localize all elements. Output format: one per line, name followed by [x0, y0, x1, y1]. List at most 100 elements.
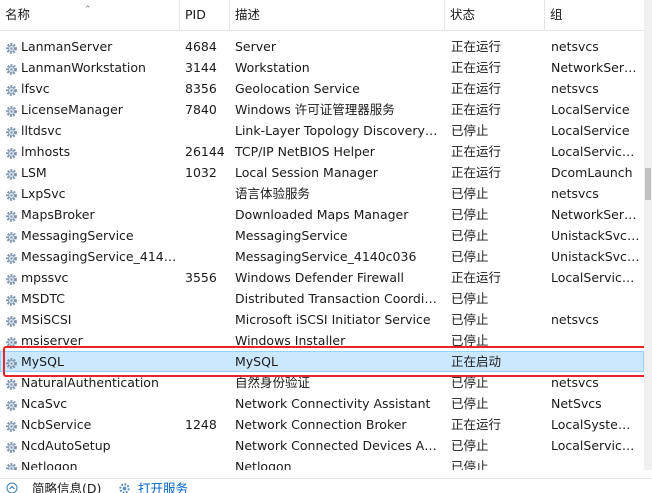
vertical-scrollbar[interactable] [644, 0, 652, 470]
service-name-label: msiserver [21, 333, 83, 348]
service-row[interactable]: NcbService 1248 Network Connection Broker 正… [0, 414, 644, 435]
service-row[interactable]: mpssvc 3556 Windows Defender Firewall 正在运行 L… [0, 267, 644, 288]
service-row[interactable]: MSiSCSI Microsoft iSCSI Initiator Service… [0, 309, 644, 330]
service-pid [185, 351, 229, 372]
service-row[interactable]: LxpSvc 语言体验服务 已停止 netsvcs [0, 183, 644, 204]
service-pid [185, 309, 229, 330]
scrollbar-thumb[interactable] [645, 168, 651, 200]
service-pid: 3556 [185, 270, 217, 285]
service-name-label: NcbService [21, 417, 92, 432]
service-description: MessagingService [235, 228, 348, 243]
service-gear-icon [5, 292, 18, 306]
service-group: netsvcs [551, 312, 599, 327]
service-description: Distributed Transaction Coordina... [235, 291, 440, 306]
column-name-label: 名称 [5, 7, 31, 22]
service-group: UnistackSvcG... [551, 228, 641, 243]
service-row[interactable]: LanmanWorkstation 3144 Workstation 正在运行 Netw… [0, 57, 644, 78]
column-header-group[interactable]: 组 [545, 0, 644, 30]
services-table: 名称 ⌃ PID 描述 状态 组 LanmanServer 4684 Server 正… [0, 0, 644, 470]
service-row[interactable]: msiserver Windows Installer 已停止 [0, 330, 644, 351]
service-description: Microsoft iSCSI Initiator Service [235, 312, 431, 327]
service-group: NetworkServ... [551, 60, 641, 75]
service-row[interactable]: lltdsvc Link-Layer Topology Discovery ...… [0, 120, 644, 141]
service-pid [185, 456, 229, 470]
service-row[interactable]: MessagingService_4140c... MessagingServic… [0, 246, 644, 267]
service-row[interactable]: NcaSvc Network Connectivity Assistant 已停止 N… [0, 393, 644, 414]
service-name-label: NcaSvc [21, 396, 68, 411]
service-name-label: LanmanWorkstation [21, 60, 146, 75]
service-description: Server [235, 39, 276, 54]
service-gear-icon [5, 439, 18, 453]
service-row[interactable]: MapsBroker Downloaded Maps Manager 已停止 Netw… [0, 204, 644, 225]
service-gear-icon [5, 229, 18, 243]
service-gear-icon [5, 355, 18, 369]
service-gear-icon [5, 145, 18, 159]
service-description: Network Connectivity Assistant [235, 396, 431, 411]
service-gear-icon [5, 208, 18, 222]
service-status: 正在运行 [451, 144, 502, 159]
service-pid [185, 393, 229, 414]
service-row[interactable]: NaturalAuthentication 自然身份验证 已停止 netsvcs [0, 372, 644, 393]
service-status: 已停止 [451, 438, 489, 453]
service-status: 已停止 [451, 186, 489, 201]
service-description: Link-Layer Topology Discovery ... [235, 123, 440, 138]
service-name-label: NaturalAuthentication [21, 375, 159, 390]
service-status: 已停止 [451, 333, 489, 348]
service-status: 已停止 [451, 228, 489, 243]
service-description: MySQL [235, 354, 278, 369]
service-gear-icon [5, 82, 18, 96]
service-row[interactable]: Netlogon Netlogon 已停止 [0, 456, 644, 470]
column-header-description[interactable]: 描述 [230, 0, 445, 30]
column-pid-label: PID [185, 7, 206, 22]
service-row[interactable]: MySQL MySQL 正在启动 [0, 351, 644, 372]
service-pid: 8356 [185, 81, 217, 96]
service-row[interactable]: LicenseManager 7840 Windows 许可证管理器服务 正在运行 Lo… [0, 99, 644, 120]
service-name: NaturalAuthentication [5, 372, 178, 393]
service-group: LocalService [551, 102, 630, 117]
sort-ascending-icon: ⌃ [84, 5, 92, 15]
service-group [551, 456, 641, 470]
service-name: Netlogon [5, 456, 178, 470]
service-description: Geolocation Service [235, 81, 360, 96]
service-group: LocalService... [551, 144, 641, 159]
service-row[interactable]: MSDTC Distributed Transaction Coordina...… [0, 288, 644, 309]
service-group: netsvcs [551, 81, 599, 96]
service-row[interactable]: NcdAutoSetup Network Connected Devices Au… [0, 435, 644, 456]
service-name: LxpSvc [5, 183, 178, 204]
service-status: 正在运行 [451, 60, 502, 75]
service-pid: 3144 [185, 60, 217, 75]
service-description: 语言体验服务 [235, 186, 311, 201]
service-name: lltdsvc [5, 120, 178, 141]
service-name: NcaSvc [5, 393, 178, 414]
service-name: NcbService [5, 414, 178, 435]
service-row[interactable]: lfsvc 8356 Geolocation Service 正在运行 netsvcs [0, 78, 644, 99]
service-name: lfsvc [5, 78, 178, 99]
service-pid: 26144 [185, 144, 225, 159]
service-status: 正在运行 [451, 102, 502, 117]
column-header-status[interactable]: 状态 [445, 0, 545, 30]
service-name-label: mpssvc [21, 270, 69, 285]
service-name-label: NcdAutoSetup [21, 438, 111, 453]
service-row[interactable]: LSM 1032 Local Session Manager 正在运行 DcomLaun… [0, 162, 644, 183]
service-row[interactable]: LanmanServer 4684 Server 正在运行 netsvcs [0, 36, 644, 57]
column-header-name[interactable]: 名称 ⌃ [0, 0, 180, 30]
service-gear-icon [5, 334, 18, 348]
service-name: mpssvc [5, 267, 178, 288]
service-gear-icon [5, 397, 18, 411]
service-description: Network Connected Devices Aut... [235, 438, 440, 453]
service-row[interactable]: MessagingService MessagingService 已停止 Unist… [0, 225, 644, 246]
service-pid [185, 435, 229, 456]
service-name: MessagingService [5, 225, 178, 246]
service-status: 已停止 [451, 375, 489, 390]
fewer-details-link[interactable]: 简略信息(D) [32, 482, 101, 493]
service-name-label: MessagingService_4140c... [21, 249, 178, 264]
service-name-label: LxpSvc [21, 186, 66, 201]
collapse-icon[interactable] [6, 482, 18, 493]
open-services-link[interactable]: 打开服务 [138, 482, 188, 493]
service-status: 正在运行 [451, 39, 502, 54]
service-group: NetSvcs [551, 396, 602, 411]
service-row[interactable]: lmhosts 26144 TCP/IP NetBIOS Helper 正在运行 Loc… [0, 141, 644, 162]
column-header-pid[interactable]: PID [180, 0, 230, 30]
service-description: Netlogon [235, 459, 292, 470]
service-group: DcomLaunch [551, 165, 633, 180]
